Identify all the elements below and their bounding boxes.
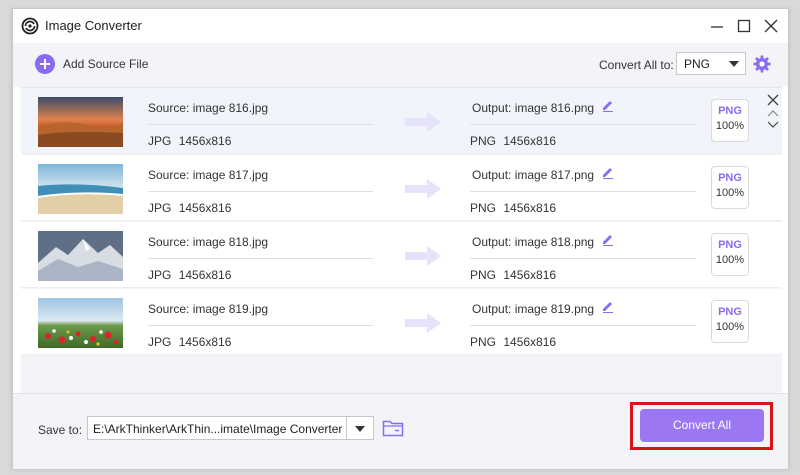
source-info: JPG 1456x816 bbox=[148, 201, 232, 215]
save-path-field[interactable]: E:\ArkThinker\ArkThin...imate\Image Conv… bbox=[87, 416, 373, 440]
remove-icon[interactable] bbox=[767, 94, 779, 106]
maximize-button[interactable] bbox=[733, 15, 755, 37]
convert-all-format-value: PNG bbox=[684, 57, 711, 71]
pencil-icon[interactable] bbox=[601, 299, 615, 313]
save-to-label: Save to: bbox=[38, 423, 83, 437]
output-info: PNG 1456x816 bbox=[470, 134, 557, 148]
output-filename: Output: image 818.png bbox=[472, 235, 595, 249]
app-window: Image Converter Add Source File Convert … bbox=[12, 8, 789, 469]
source-filename: Source: image 818.jpg bbox=[148, 235, 269, 249]
file-row[interactable]: Source: image 816.jpg JPG 1456x816 Outpu… bbox=[21, 88, 782, 154]
converter-logo-icon bbox=[21, 17, 39, 35]
output-info: PNG 1456x816 bbox=[470, 335, 557, 349]
arrow-right-icon bbox=[405, 112, 441, 132]
maximize-icon bbox=[737, 19, 751, 33]
output-filename: Output: image 816.png bbox=[472, 101, 595, 115]
source-filename: Source: image 819.jpg bbox=[148, 302, 269, 316]
output-info: PNG 1456x816 bbox=[470, 201, 557, 215]
output-filename: Output: image 817.png bbox=[472, 168, 595, 182]
file-row[interactable]: Source: image 818.jpg JPG 1456x816 Outpu… bbox=[21, 222, 782, 288]
file-row[interactable]: Source: image 819.jpg JPG 1456x816 Outpu… bbox=[21, 289, 782, 355]
file-thumbnail bbox=[38, 298, 123, 348]
file-row[interactable]: Source: image 817.jpg JPG 1456x816 Outpu… bbox=[21, 155, 782, 221]
toolbar: Add Source File Convert All to: PNG bbox=[13, 43, 788, 87]
source-filename: Source: image 817.jpg bbox=[148, 168, 269, 182]
add-source-file-label: Add Source File bbox=[63, 57, 149, 71]
window-title: Image Converter bbox=[45, 18, 142, 33]
arrow-right-icon bbox=[405, 313, 441, 333]
file-list: Source: image 816.jpg JPG 1456x816 Outpu… bbox=[21, 87, 782, 393]
file-thumbnail bbox=[38, 164, 123, 214]
plus-circle-icon bbox=[35, 54, 55, 74]
close-button[interactable] bbox=[760, 15, 782, 37]
file-thumbnail bbox=[38, 97, 123, 147]
output-filename: Output: image 819.png bbox=[472, 302, 595, 316]
gear-icon[interactable] bbox=[753, 55, 771, 73]
arrow-right-icon bbox=[405, 179, 441, 199]
output-format-badge[interactable]: PNG 100% bbox=[711, 99, 749, 142]
file-thumbnail bbox=[38, 231, 123, 281]
pencil-icon[interactable] bbox=[601, 98, 615, 112]
save-path-dropdown-button[interactable] bbox=[346, 416, 374, 440]
minimize-icon bbox=[711, 26, 723, 28]
chevron-down-icon bbox=[355, 426, 365, 432]
minimize-button[interactable] bbox=[706, 15, 728, 37]
output-format-badge[interactable]: PNG 100% bbox=[711, 300, 749, 343]
chevron-down-icon[interactable] bbox=[767, 120, 779, 130]
close-icon bbox=[764, 19, 778, 33]
add-source-file-button[interactable]: Add Source File bbox=[35, 53, 148, 75]
chevron-down-icon bbox=[729, 61, 739, 67]
source-filename: Source: image 816.jpg bbox=[148, 101, 269, 115]
source-info: JPG 1456x816 bbox=[148, 335, 232, 349]
arrow-right-icon bbox=[405, 246, 441, 266]
source-info: JPG 1456x816 bbox=[148, 134, 232, 148]
bottom-bar: Save to: E:\ArkThinker\ArkThin...imate\I… bbox=[13, 393, 788, 469]
output-format-badge[interactable]: PNG 100% bbox=[711, 166, 749, 209]
output-format-badge[interactable]: PNG 100% bbox=[711, 233, 749, 276]
pencil-icon[interactable] bbox=[601, 165, 615, 179]
source-info: JPG 1456x816 bbox=[148, 268, 232, 282]
pencil-icon[interactable] bbox=[601, 232, 615, 246]
open-folder-icon[interactable] bbox=[382, 418, 404, 438]
output-info: PNG 1456x816 bbox=[470, 268, 557, 282]
convert-all-button[interactable]: Convert All bbox=[640, 409, 764, 442]
convert-all-to-label: Convert All to: bbox=[599, 58, 674, 72]
convert-all-format-select[interactable]: PNG bbox=[676, 52, 746, 75]
title-bar: Image Converter bbox=[13, 9, 788, 43]
chevron-up-icon[interactable] bbox=[767, 108, 779, 118]
